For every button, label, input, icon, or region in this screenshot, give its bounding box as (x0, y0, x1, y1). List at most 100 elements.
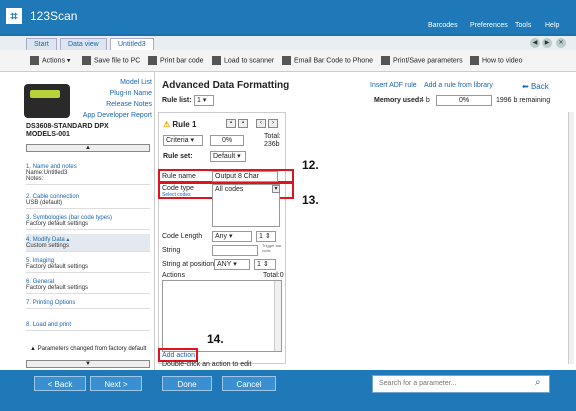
tab-start[interactable]: Start (26, 38, 57, 50)
criteria-progress: 0% (210, 135, 244, 146)
menu-tools[interactable]: Tools (515, 22, 531, 29)
actions-total: Total:0 (263, 272, 284, 279)
rule-title: ⚠ Rule 1 (163, 120, 196, 129)
app-developer-report-link[interactable]: App Developer Report (83, 112, 152, 119)
video-label: How to video (482, 57, 523, 65)
select-codes-link[interactable]: Select codes (162, 192, 191, 198)
print-barcode-button[interactable]: Print bar code (148, 56, 204, 65)
move-up-icon[interactable]: ‹ (256, 119, 266, 128)
video-icon (470, 56, 479, 65)
actions-scrollbar[interactable] (274, 281, 281, 351)
rule-list-value: 1 (197, 97, 201, 104)
model-name: DS3608-STANDARD DPX (26, 123, 109, 130)
string-position-label: String at position (162, 261, 215, 268)
code-type-item[interactable]: All codes (215, 186, 243, 193)
back-label: Back (530, 82, 549, 91)
back-arrow-icon: ⬅ (522, 82, 529, 91)
code-type-dropdown-icon[interactable]: ▾ (272, 185, 280, 193)
code-length-select[interactable]: Any ▾ (212, 231, 252, 242)
actions-menu-button[interactable]: Actions ▾ (30, 56, 70, 65)
nav-forward-icon[interactable]: ▶ (542, 38, 552, 48)
tab-untitled3[interactable]: Untitled3 (110, 38, 154, 50)
string-label: String (162, 247, 181, 254)
load-scanner-button[interactable]: Load to scanner (212, 56, 274, 65)
menu-preferences[interactable]: Preferences (470, 22, 508, 29)
cancel-button[interactable]: Cancel (222, 376, 276, 391)
back-link[interactable]: ⬅ Back (522, 82, 549, 91)
step-symbologies[interactable]: 3. Symbologies (bar code types) Factory … (26, 213, 150, 230)
save-icon (82, 56, 91, 65)
search-placeholder: Search for a parameter... (379, 380, 457, 387)
menu-help[interactable]: Help (545, 22, 559, 29)
insert-adf-link[interactable]: Insert ADF rule (370, 82, 417, 89)
step-name-notes[interactable]: 1. Name and notes Name:Untitled3 Notes: (26, 162, 150, 185)
callout-14: 14. (207, 332, 224, 346)
step-cable-connection[interactable]: 2. Cable connection USB (default) (26, 192, 150, 209)
total-value: 236b (264, 141, 280, 148)
nav-back-icon[interactable]: ◀ (530, 38, 540, 48)
rule-list-select[interactable]: 1 ▾ (194, 95, 214, 106)
email-label: Email Bar Code to Phone (294, 57, 373, 65)
model-list-link[interactable]: Model List (120, 79, 152, 86)
close-tab-icon[interactable]: ✕ (556, 38, 566, 48)
print-label: Print bar code (160, 57, 204, 65)
save-file-button[interactable]: Save file to PC (82, 56, 140, 65)
how-to-video-button[interactable]: How to video (470, 56, 522, 65)
next-button[interactable]: Next > (90, 376, 142, 391)
string-position-select[interactable]: ANY ▾ (214, 259, 250, 270)
model-id: MODELS-001 (26, 131, 70, 138)
email-barcode-button[interactable]: Email Bar Code to Phone (282, 56, 373, 65)
page-title: Advanced Data Formatting (162, 80, 290, 91)
step-printing-options[interactable]: 7. Printing Options (26, 298, 150, 309)
rule-name-input[interactable]: Output 8 Char (212, 171, 278, 182)
back-button[interactable]: < Back (34, 376, 86, 391)
code-length-stepper[interactable]: 1 ⇕ (256, 231, 276, 242)
step-load-print[interactable]: 8. Load and print (26, 320, 150, 331)
menu-barcodes[interactable]: Barcodes (428, 22, 458, 29)
app-logo-icon: ⌗ (6, 8, 22, 24)
rule-set-select[interactable]: Default ▾ (210, 151, 246, 162)
scroll-down-button[interactable]: ▼ (26, 360, 150, 368)
step-modify-data[interactable]: 4. Modify Data ▴ Custom settings (26, 234, 150, 252)
add-action-link[interactable]: Add action (162, 352, 195, 359)
rule-name-label: Rule name (162, 173, 196, 180)
move-down-icon[interactable]: › (268, 119, 278, 128)
memory-used-label: Memory used: (374, 97, 422, 104)
string-input[interactable] (212, 245, 258, 256)
memory-progress-bar: 0% (436, 95, 492, 106)
code-type-list[interactable]: All codes (212, 184, 280, 227)
string-position-num: 1 (257, 261, 261, 268)
search-input[interactable]: Search for a parameter... (372, 375, 550, 393)
trigger-barcode-note: Trigger bar code (262, 243, 282, 253)
actions-label: Actions (42, 57, 65, 65)
search-icon[interactable]: ⌕ (535, 377, 541, 388)
scanner-image (24, 84, 70, 118)
gear-icon (30, 56, 39, 65)
tab-data-view[interactable]: Data view (60, 38, 107, 50)
release-notes-link[interactable]: Release Notes (106, 101, 152, 108)
main-scrollbar[interactable] (568, 112, 574, 364)
rule-set-label: Rule set: (163, 153, 193, 160)
step-general[interactable]: 6. General Factory default settings (26, 277, 150, 294)
printsave-label: Print/Save parameters (393, 57, 463, 65)
code-length-label: Code Length (162, 233, 203, 240)
criteria-value: Criteria (166, 137, 189, 144)
scanner-icon (212, 56, 221, 65)
string-position-value: ANY (217, 261, 232, 268)
actions-label: Actions (162, 272, 185, 279)
memory-remaining: 1996 b remaining (496, 97, 551, 104)
criteria-select[interactable]: Criteria ▾ (163, 135, 203, 146)
rule-list-label: Rule list: (162, 97, 192, 104)
save-label: Save file to PC (94, 57, 141, 65)
add-rule-library-link[interactable]: Add a rule from library (424, 82, 493, 89)
save-rule-icon[interactable]: ▪ (226, 119, 236, 128)
plugin-name-link[interactable]: Plug-in Name (110, 90, 152, 97)
string-position-stepper[interactable]: 1 ⇕ (254, 259, 276, 270)
total-label: Total: (264, 133, 281, 140)
scroll-up-button[interactable]: ▲ (26, 144, 150, 152)
done-button[interactable]: Done (162, 376, 212, 391)
callout-12: 12. (302, 158, 319, 172)
step-imaging[interactable]: 5. Imaging Factory default settings (26, 256, 150, 273)
print-save-params-button[interactable]: Print/Save parameters (381, 56, 463, 65)
delete-rule-icon[interactable]: ▪ (238, 119, 248, 128)
